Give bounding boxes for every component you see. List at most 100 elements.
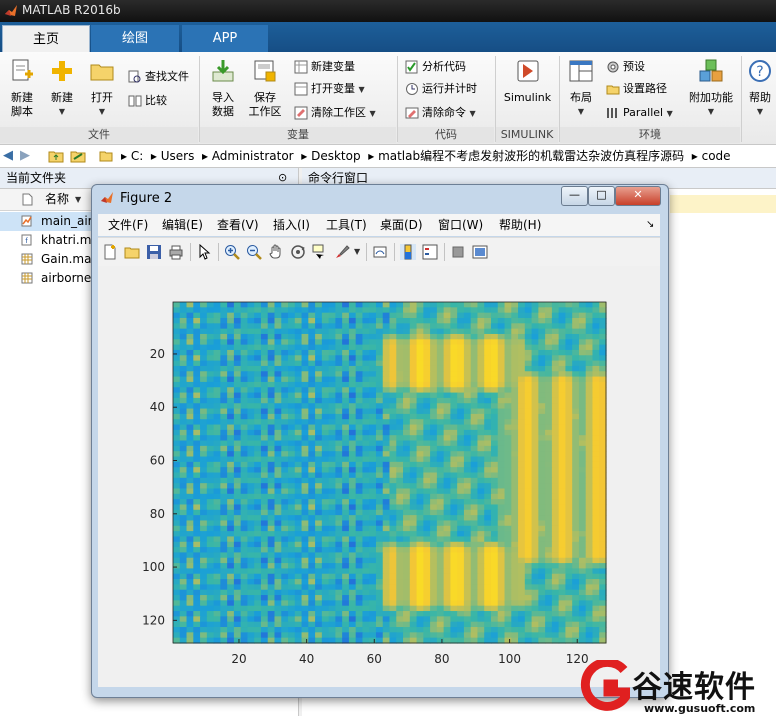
heatmap-cell: [348, 355, 357, 362]
breadcrumb-item[interactable]: C:: [131, 149, 143, 163]
heatmap-cell: [436, 328, 445, 335]
run-and-time-button[interactable]: 运行并计时: [405, 80, 477, 98]
import-data-button[interactable]: 导入 数据: [202, 52, 244, 126]
heatmap-cell: [315, 333, 323, 340]
breadcrumb-item[interactable]: matlab编程不考虑发射波形的机载雷达杂波仿真程序源码: [378, 149, 684, 163]
breadcrumb-item[interactable]: Administrator: [212, 149, 294, 163]
breadcrumb-item[interactable]: code: [702, 149, 731, 163]
parallel-button[interactable]: Parallel ▼: [606, 104, 673, 122]
back-arrow-icon[interactable]: ◀: [3, 145, 13, 167]
menu-insert[interactable]: 插入(I): [273, 214, 310, 236]
heatmap-cell: [382, 600, 391, 607]
menu-view[interactable]: 查看(V): [217, 214, 259, 236]
heatmap-cell: [443, 616, 451, 623]
print-icon[interactable]: [168, 244, 184, 260]
brush-icon[interactable]: [334, 244, 350, 260]
heatmap-cell: [551, 552, 560, 559]
maximize-button[interactable]: □: [588, 186, 615, 206]
heatmap-cell: [558, 520, 567, 527]
heatmap-cell: [416, 547, 424, 554]
compare-button[interactable]: 比较: [128, 92, 167, 110]
up-folder-icon[interactable]: [48, 149, 64, 163]
open-variable-button[interactable]: 打开变量 ▼: [294, 80, 365, 98]
link-plot-icon[interactable]: [372, 244, 388, 260]
pan-hand-icon[interactable]: [268, 244, 284, 260]
heatmap-cell: [565, 424, 573, 431]
heatmap-cell: [315, 392, 323, 399]
new-variable-button[interactable]: 新建变量: [294, 58, 355, 76]
find-files-button[interactable]: 查找文件: [128, 68, 189, 86]
heatmap-cell: [436, 541, 445, 548]
menu-help[interactable]: 帮助(H): [499, 214, 541, 236]
addons-button[interactable]: 附加功能 ▼: [686, 52, 736, 126]
menu-window[interactable]: 窗口(W): [438, 214, 483, 236]
menu-file[interactable]: 文件(F): [108, 214, 148, 236]
heatmap-cell: [186, 381, 194, 388]
figure-title-bar[interactable]: Figure 2 — □ ✕: [92, 185, 668, 212]
heatmap-cell: [375, 419, 384, 426]
legend-icon[interactable]: [422, 244, 438, 260]
menu-tools[interactable]: 工具(T): [326, 214, 367, 236]
layout-button[interactable]: 布局 ▼: [562, 52, 600, 126]
tab-apps[interactable]: APP: [182, 25, 268, 52]
heatmap-plot[interactable]: 20 40 60 80 100 12020406080100120: [98, 266, 660, 687]
heatmap-cell: [213, 493, 221, 500]
colorbar-icon[interactable]: [400, 244, 416, 260]
minimize-button[interactable]: —: [561, 186, 588, 206]
analyze-code-button[interactable]: 分析代码: [405, 58, 466, 76]
show-plot-tools-icon[interactable]: [472, 244, 488, 260]
zoom-out-icon[interactable]: [246, 244, 262, 260]
tab-plots[interactable]: 绘图: [91, 25, 179, 52]
heatmap-cell: [173, 515, 181, 522]
data-cursor-icon[interactable]: [312, 244, 328, 260]
heatmap-cell: [382, 568, 391, 575]
clear-workspace-button[interactable]: 清除工作区 ▼: [294, 104, 376, 122]
heatmap-cell: [599, 365, 607, 372]
heatmap-cell: [355, 365, 364, 372]
heatmap-cell: [551, 323, 560, 330]
heatmap-cell: [511, 568, 519, 575]
heatmap-cell: [545, 509, 553, 516]
forward-arrow-icon[interactable]: ▶: [20, 145, 30, 167]
clear-commands-button[interactable]: 清除命令 ▼: [405, 104, 476, 122]
heatmap-cell: [565, 595, 573, 601]
figure-canvas[interactable]: 20 40 60 80 100 120 20 40 60 80 100 120: [98, 266, 660, 687]
help-button[interactable]: ? 帮助 ▼: [744, 52, 776, 126]
heatmap-cell: [240, 397, 249, 404]
menu-desktop[interactable]: 桌面(D): [380, 214, 423, 236]
simulink-button[interactable]: Simulink: [500, 52, 555, 126]
menu-edit[interactable]: 编辑(E): [162, 214, 203, 236]
new-figure-icon[interactable]: [102, 244, 118, 260]
preferences-button[interactable]: 预设: [606, 58, 645, 76]
save-workspace-button[interactable]: 保存 工作区: [244, 52, 286, 126]
tab-home[interactable]: 主页: [2, 25, 90, 53]
pointer-arrow-icon[interactable]: [196, 244, 212, 260]
open-button[interactable]: 打开 ▼: [82, 52, 122, 126]
rotate-3d-icon[interactable]: [290, 244, 306, 260]
save-icon[interactable]: [146, 244, 162, 260]
browse-folder-icon[interactable]: [70, 149, 86, 163]
heatmap-cell: [375, 323, 384, 330]
new-button[interactable]: 新建 ▼: [42, 52, 82, 126]
heatmap-cell: [193, 408, 201, 415]
breadcrumb-item[interactable]: Desktop: [311, 149, 361, 163]
heatmap-cell: [342, 632, 350, 639]
new-script-button[interactable]: 新建 脚本: [2, 52, 42, 126]
heatmap-cell: [220, 376, 228, 383]
open-file-icon[interactable]: [124, 244, 140, 260]
heatmap-cell: [267, 376, 276, 383]
hide-plot-tools-icon[interactable]: [450, 244, 466, 260]
set-path-button[interactable]: 设置路径: [606, 80, 667, 98]
heatmap-cell: [186, 429, 194, 436]
heatmap-cell: [193, 429, 201, 436]
zoom-in-icon[interactable]: [224, 244, 240, 260]
heatmap-cell: [524, 403, 533, 410]
heatmap-cell: [463, 621, 472, 628]
close-button[interactable]: ✕: [615, 186, 661, 206]
heatmap-cell: [240, 595, 249, 601]
dock-arrow-icon[interactable]: ↘: [646, 214, 654, 236]
heatmap-cell: [592, 547, 600, 554]
breadcrumb-item[interactable]: Users: [161, 149, 195, 163]
heatmap-cell: [288, 435, 296, 442]
chevron-down-icon[interactable]: ▼: [354, 247, 360, 256]
